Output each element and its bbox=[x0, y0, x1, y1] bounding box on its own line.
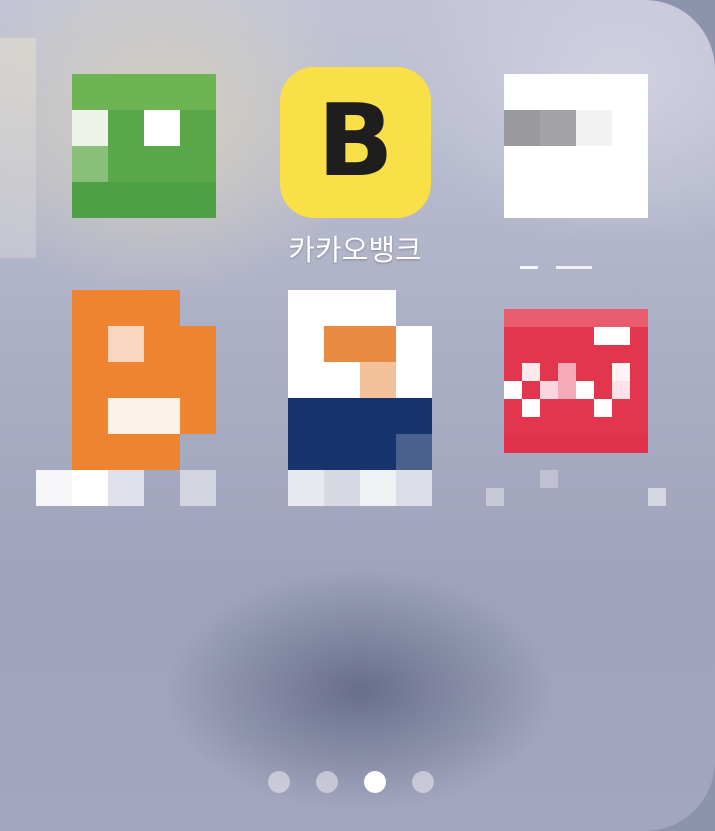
background-blur bbox=[0, 38, 36, 258]
page-dot-4[interactable] bbox=[412, 771, 434, 793]
blurred-label bbox=[486, 470, 666, 506]
page-dot-2[interactable] bbox=[316, 771, 338, 793]
page-dot-1[interactable] bbox=[268, 771, 290, 793]
person-app-icon[interactable] bbox=[288, 290, 432, 470]
page-indicator[interactable] bbox=[268, 770, 448, 794]
page-dot-3-current[interactable] bbox=[364, 771, 386, 793]
blurred-label bbox=[288, 470, 432, 506]
red-app-icon[interactable] bbox=[504, 309, 648, 453]
blurred-label bbox=[36, 470, 216, 506]
kakaobank-icon[interactable]: B bbox=[280, 67, 431, 218]
green-app-icon[interactable] bbox=[72, 74, 216, 218]
kakaobank-b-glyph: B bbox=[317, 81, 394, 199]
app-folder: B 카카오뱅크 bbox=[0, 0, 715, 831]
orange-app-icon[interactable] bbox=[72, 290, 216, 470]
kakaobank-label: 카카오뱅크 bbox=[288, 233, 422, 267]
blurred-label bbox=[520, 262, 595, 274]
white-app-icon[interactable] bbox=[504, 74, 648, 218]
